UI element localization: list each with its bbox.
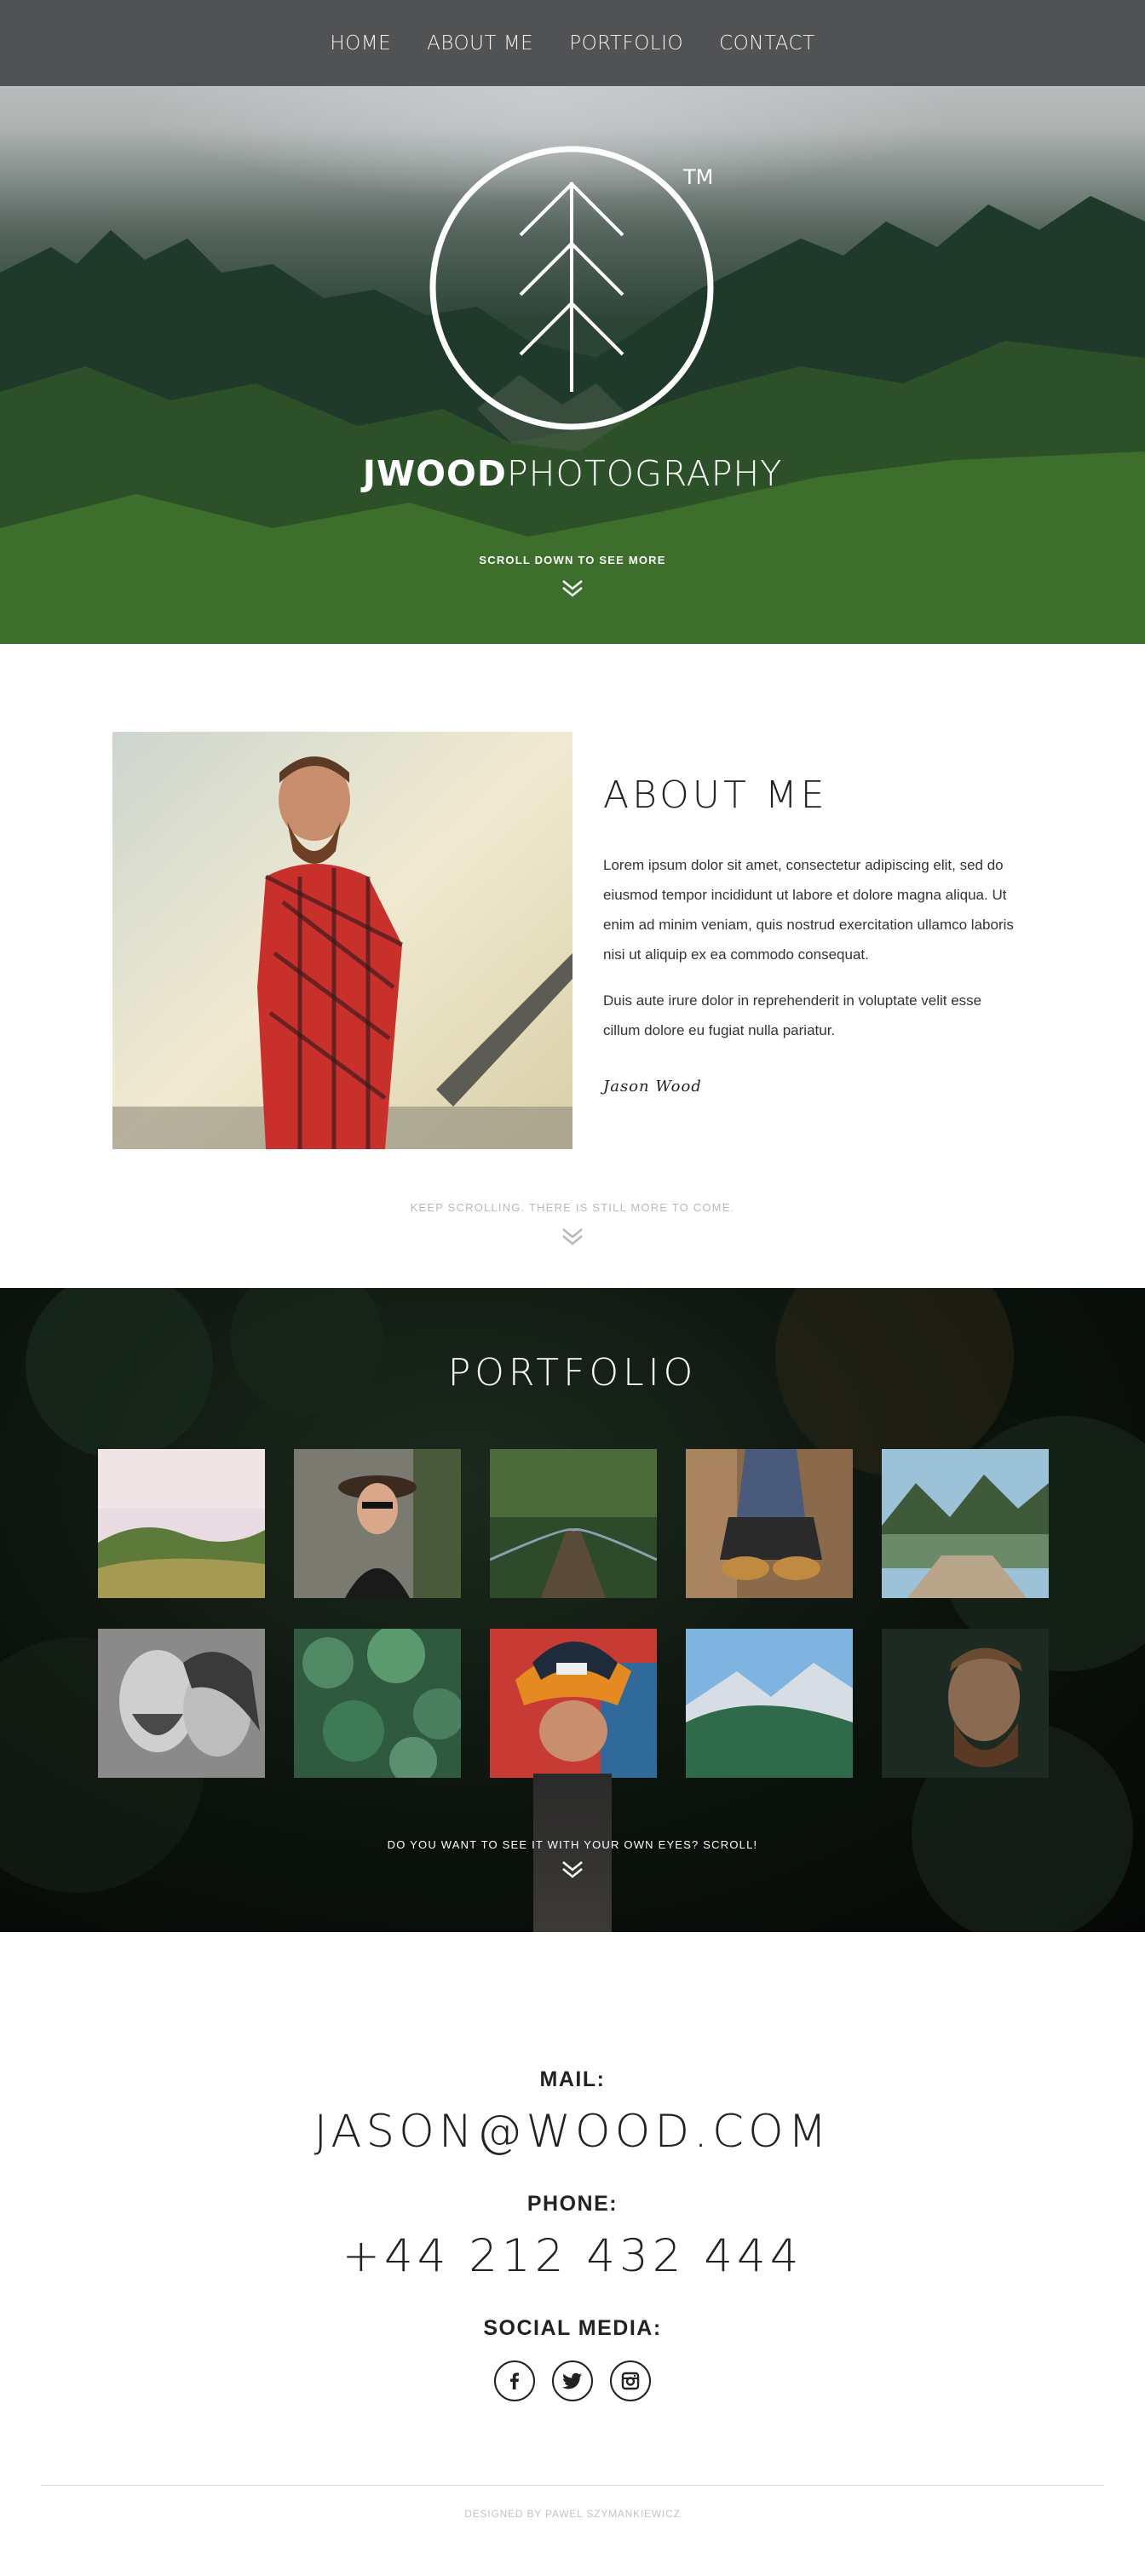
portfolio-thumb-mountain-valley[interactable] xyxy=(686,1629,853,1778)
portfolio-thumb-bearded-man[interactable] xyxy=(882,1629,1049,1778)
portfolio-section: PORTFOLIO DO YOU WANT TO SEE IT WITH YOU… xyxy=(0,1288,1145,1932)
chevron-down-icon[interactable] xyxy=(561,1228,584,1246)
hero-scroll-hint: SCROLL DOWN TO SEE MORE xyxy=(479,554,666,566)
twitter-icon[interactable] xyxy=(552,2360,593,2401)
phone-value[interactable]: +44 212 432 444 xyxy=(0,2230,1145,2282)
mail-value[interactable]: JASON@WOOD.COM xyxy=(0,2106,1145,2158)
portfolio-thumb-man-cap[interactable] xyxy=(490,1629,657,1778)
bridge-walkway xyxy=(533,1774,612,1932)
about-title: ABOUT ME xyxy=(603,773,828,817)
hero-section: TM JWOODPHOTOGRAPHY SCROLL DOWN TO SEE M… xyxy=(0,0,1145,644)
footer-credit: DESIGNED BY PAWEL SZYMANKIEWICZ xyxy=(464,2508,681,2520)
portfolio-thumb-hiker-boots[interactable] xyxy=(686,1449,853,1598)
portfolio-scroll-hint: DO YOU WANT TO SEE IT WITH YOUR OWN EYES… xyxy=(387,1838,758,1851)
brand-name: JWOODPHOTOGRAPHY xyxy=(0,453,1145,494)
footer-divider xyxy=(41,2485,1104,2486)
chevron-down-icon[interactable] xyxy=(561,579,584,598)
social-media-label: SOCIAL MEDIA: xyxy=(483,2316,662,2340)
portfolio-thumb-succulents[interactable] xyxy=(294,1629,461,1778)
about-scroll-hint: KEEP SCROLLING. THERE IS STILL MORE TO C… xyxy=(410,1201,735,1214)
brand-light: PHOTOGRAPHY xyxy=(506,453,783,494)
facebook-icon[interactable] xyxy=(494,2360,535,2401)
about-paragraph-2: Duis aute irure dolor in reprehenderit i… xyxy=(603,992,982,1038)
nav-home[interactable]: HOME xyxy=(330,32,391,55)
nav-about-me[interactable]: ABOUT ME xyxy=(427,32,533,55)
phone-label: PHONE: xyxy=(526,2192,619,2216)
signature: Jason Wood xyxy=(603,1078,702,1095)
about-portrait-photo xyxy=(112,732,572,1149)
portfolio-thumb-couple[interactable] xyxy=(98,1629,265,1778)
instagram-icon[interactable] xyxy=(610,2360,651,2401)
nav-contact[interactable]: CONTACT xyxy=(719,32,815,55)
chevron-down-icon[interactable] xyxy=(561,1860,584,1879)
portfolio-thumb-woman-hat[interactable] xyxy=(294,1449,461,1598)
nav-portfolio[interactable]: PORTFOLIO xyxy=(569,32,683,55)
trademark-mark: TM xyxy=(683,165,714,189)
portfolio-thumb-hills[interactable] xyxy=(98,1449,265,1598)
portfolio-thumb-lake-dock[interactable] xyxy=(882,1449,1049,1598)
portfolio-title: PORTFOLIO xyxy=(447,1351,698,1394)
portfolio-thumb-forest-bridge[interactable] xyxy=(490,1449,657,1598)
about-paragraph-1: Lorem ipsum dolor sit amet, consectetur … xyxy=(603,857,1014,963)
mail-label: MAIL: xyxy=(539,2067,606,2091)
main-nav: HOME ABOUT ME PORTFOLIO CONTACT xyxy=(0,0,1145,86)
brand-bold: JWOOD xyxy=(362,453,507,494)
tree-logo-icon xyxy=(429,146,714,430)
